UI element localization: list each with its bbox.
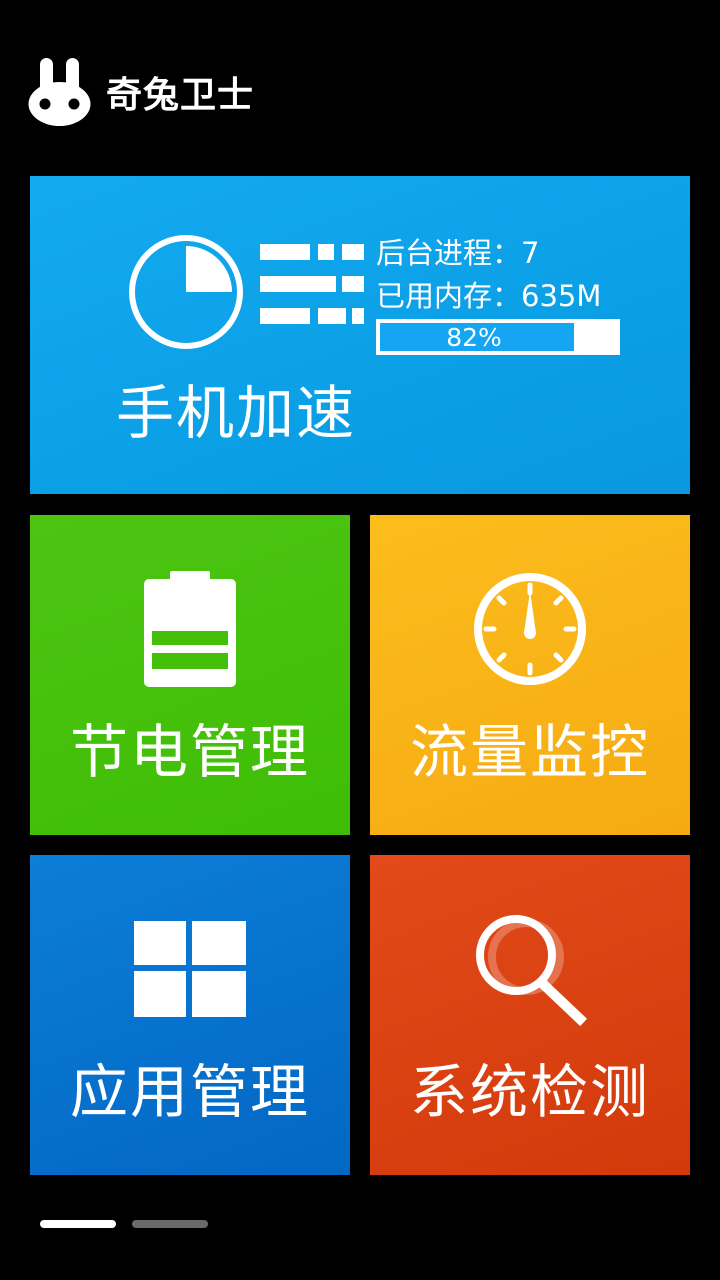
- app-header: 奇兔卫士: [28, 56, 254, 128]
- gauge-icon: [474, 573, 586, 685]
- memory-progress-bar: 82%: [376, 319, 620, 355]
- phone-speedup-tile[interactable]: 后台进程：7 已用内存：635M 82% 手机加速: [30, 176, 690, 494]
- speedup-label: 手机加速: [116, 379, 357, 447]
- app-management-label: 应用管理: [69, 1058, 310, 1126]
- traffic-monitor-tile[interactable]: 流量监控: [370, 515, 690, 835]
- app-management-tile[interactable]: 应用管理: [30, 855, 350, 1175]
- power-management-tile[interactable]: 节电管理: [30, 515, 350, 835]
- rabbit-logo-icon: [28, 56, 94, 128]
- memory-bars-icon: [260, 244, 364, 324]
- app-title: 奇兔卫士: [106, 75, 255, 116]
- system-check-tile[interactable]: 系统检测: [370, 855, 690, 1175]
- page-dot-inactive[interactable]: [132, 1220, 208, 1228]
- used-memory-text: 已用内存：635M: [376, 279, 602, 313]
- traffic-monitor-label: 流量监控: [409, 718, 650, 786]
- page-dot-active[interactable]: [40, 1220, 116, 1228]
- system-check-label: 系统检测: [409, 1058, 650, 1126]
- power-management-label: 节电管理: [69, 718, 310, 786]
- memory-stats: 后台进程：7 已用内存：635M: [376, 232, 601, 318]
- pie-chart-icon: [129, 235, 243, 349]
- windows-grid-icon: [134, 921, 246, 1017]
- battery-icon: [144, 571, 236, 687]
- background-processes-text: 后台进程：7: [376, 236, 540, 270]
- magnifier-icon: [476, 915, 588, 1027]
- memory-percent-label: 82%: [446, 323, 502, 352]
